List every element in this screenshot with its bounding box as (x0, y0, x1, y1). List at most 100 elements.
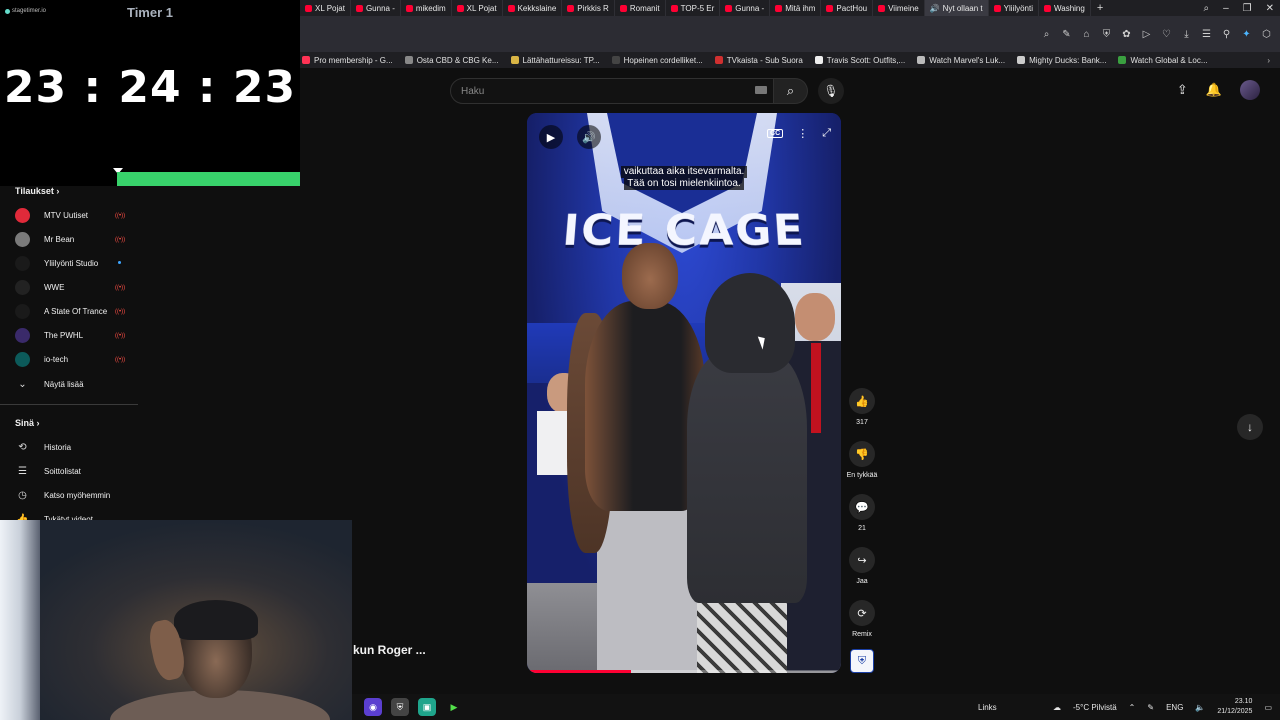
partial-video-title[interactable]: kun Roger ... (353, 643, 426, 657)
video-progress-bar[interactable] (527, 670, 841, 673)
home-icon[interactable]: ⌂ (1081, 29, 1092, 40)
upload-icon[interactable]: ⇪ (1177, 82, 1188, 98)
sidebar-you-item[interactable]: ⟲ Historia (15, 437, 71, 457)
bookmark-item[interactable]: Watch Marvel's Luk... (917, 56, 1005, 65)
dislike-button[interactable]: 👎 (849, 441, 875, 467)
bookmark-item[interactable]: Travis Scott: Outfits,... (814, 56, 905, 65)
taskbar-app-shield[interactable]: ⛨ (391, 698, 409, 716)
bookmark-item[interactable]: Lättähattureissu: TP... (510, 56, 600, 65)
taskbar-app-terminal[interactable]: ▣ (418, 698, 436, 716)
voice-search-button[interactable]: 🎙 (818, 78, 844, 104)
next-short-button[interactable]: ↓ (1237, 414, 1263, 440)
new-tab-button[interactable]: + (1091, 2, 1109, 14)
sidebar-subscription-item[interactable]: A State Of Trance ((•)) (15, 301, 125, 321)
sidebar-you-item[interactable]: ◷ Katso myöhemmin (15, 485, 110, 505)
settings-icon[interactable]: ⬡ (1261, 29, 1272, 40)
close-window-icon[interactable]: ✕ (1266, 3, 1274, 14)
sidebar-subscription-item[interactable]: The PWHL ((•)) (15, 325, 125, 345)
weather-icon[interactable]: ☁ (1053, 703, 1061, 712)
microphone-icon: 🎙 (823, 84, 839, 98)
search-input[interactable]: Haku (450, 78, 774, 104)
tray-expand-icon[interactable]: ⌃ (1129, 703, 1136, 712)
remix-action[interactable]: ⟳ Remix (842, 600, 882, 638)
extension-icon[interactable]: ✿ (1121, 29, 1132, 40)
browser-tab[interactable]: PactHou (821, 0, 874, 16)
subscriptions-header[interactable]: Tilaukset › (15, 186, 59, 196)
browser-tab[interactable]: XL Pojat (452, 0, 503, 16)
search-tabs-icon[interactable]: ⌕ (1203, 3, 1209, 14)
restore-icon[interactable]: ❐ (1243, 3, 1252, 14)
sidebar-subscription-item[interactable]: Yliilyönti Studio (15, 253, 125, 273)
browser-tab[interactable]: Gunna - (720, 0, 771, 16)
find-icon[interactable]: ⌕ (1041, 29, 1052, 40)
avatar[interactable] (1240, 80, 1260, 100)
like-button[interactable]: 👍 (849, 388, 875, 414)
shorts-video-player[interactable]: ICE CAGE vaikuttaa aika itsevarmalta. Tä… (527, 113, 841, 673)
browser-tab[interactable]: TOP-5 Er (666, 0, 721, 16)
sidebar-you-item[interactable]: ☰ Soittolistat (15, 461, 81, 481)
channel-avatar[interactable]: ⛨ (850, 649, 874, 673)
comments-button[interactable]: 💬 (849, 494, 875, 520)
sidebar-subscription-item[interactable]: Mr Bean ((•)) (15, 229, 125, 249)
fullscreen-icon[interactable]: ⤢ (822, 127, 831, 140)
network-icon[interactable]: ✎ (1147, 703, 1154, 712)
bookmark-item[interactable]: Watch Global & Loc... (1118, 56, 1208, 65)
browser-tab[interactable]: Kekkslaine (503, 0, 563, 16)
notification-center-icon[interactable]: ▭ (1264, 703, 1272, 712)
captions-button[interactable]: CC (767, 129, 784, 138)
menu-icon[interactable]: ☰ (1201, 29, 1212, 40)
bookmark-item[interactable]: Hopeinen cordelliket... (611, 56, 703, 65)
browser-tab-label: Yliilyönti (1003, 3, 1033, 13)
you-section-header[interactable]: Sinä › (15, 418, 40, 428)
sidebar-subscription-item[interactable]: MTV Uutiset ((•)) (15, 205, 125, 225)
taskbar-app-stream[interactable]: ▶ (445, 698, 463, 716)
more-options-icon[interactable]: ⋮ (797, 127, 808, 140)
browser-tab[interactable]: Romanit (615, 0, 666, 16)
browser-tab[interactable]: XL Pojat (300, 0, 351, 16)
share-action[interactable]: ↪ Jaa (842, 547, 882, 585)
links-toolbar[interactable]: Links (978, 703, 997, 712)
bookmark-item[interactable]: Osta CBD & CBG Ke... (404, 56, 499, 65)
share-button[interactable]: ↪ (849, 547, 875, 573)
browser-tab[interactable]: Yliilyönti (989, 0, 1039, 16)
browser-tab[interactable]: Mitä ihm (770, 0, 822, 16)
remix-button[interactable]: ⟳ (849, 600, 875, 626)
browser-tab[interactable]: Washing (1039, 0, 1091, 16)
minimize-icon[interactable]: – (1223, 3, 1229, 14)
download-icon[interactable]: ⤓ (1181, 29, 1192, 40)
player-controls-right: CC ⋮ ⤢ (767, 127, 831, 140)
taskbar-app-discord[interactable]: ◉ (364, 698, 382, 716)
sidebar-subscription-item[interactable]: io-tech ((•)) (15, 349, 125, 369)
bookmark-item[interactable]: Pro membership - G... (302, 56, 393, 65)
volume-button[interactable]: 🔊 (577, 125, 601, 149)
notifications-icon[interactable]: 🔔 (1206, 82, 1222, 98)
forward-icon[interactable]: ▷ (1141, 29, 1152, 40)
youtube-favicon-icon (619, 4, 627, 12)
browser-tab[interactable]: Gunna - (351, 0, 401, 16)
edit-icon[interactable]: ✎ (1061, 29, 1072, 40)
dislike-action[interactable]: 👎 En tykkää (842, 441, 882, 479)
show-more-button[interactable]: ⌄ Näytä lisää (15, 374, 83, 394)
copilot-icon[interactable]: ✦ (1241, 29, 1252, 40)
sidebar-subscription-item[interactable]: WWE ((•)) (15, 277, 125, 297)
clock[interactable]: 23.10 21/12/2025 (1217, 697, 1252, 717)
browser-tab[interactable]: mikedim (401, 0, 452, 16)
weather-text[interactable]: -5°C Pilvistä (1073, 703, 1117, 712)
comments-action[interactable]: 💬 21 (842, 494, 882, 532)
browser-tab[interactable]: Viimeine (873, 0, 925, 16)
bookmark-item[interactable]: Mighty Ducks: Bank... (1017, 56, 1106, 65)
play-button[interactable]: ▶ (539, 125, 563, 149)
sidebar-you-item[interactable]: 👍 Tykätyt videot (15, 509, 93, 521)
browser-tab[interactable]: 🔊 Nyt ollaan t (924, 0, 989, 16)
bookmarks-more-icon[interactable]: › (1267, 56, 1280, 65)
shield-icon[interactable]: ⛨ (1101, 29, 1112, 40)
search-button[interactable]: ⌕ (774, 78, 808, 104)
speaker-icon[interactable]: 🔈 (1195, 703, 1205, 712)
language-indicator[interactable]: ENG (1166, 703, 1183, 712)
browser-tab[interactable]: Pirkkis R (562, 0, 615, 16)
profile-icon[interactable]: ⚲ (1221, 29, 1232, 40)
favorites-icon[interactable]: ♡ (1161, 29, 1172, 40)
keyboard-icon[interactable] (755, 86, 767, 94)
like-action[interactable]: 👍 317 (842, 388, 882, 426)
bookmark-item[interactable]: TVkaista - Sub Suora (714, 56, 803, 65)
